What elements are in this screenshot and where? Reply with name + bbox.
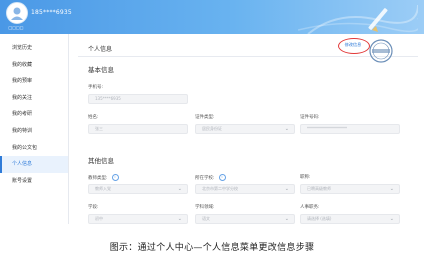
sidebar-item-profile[interactable]: 个人信息 [0,156,68,173]
sidebar-item-account[interactable]: 账号设置 [0,173,68,190]
info-icon[interactable]: i [218,174,226,181]
title-label: 职称: [300,175,311,180]
chevron-down-icon: ⌄ [389,186,394,192]
chevron-down-icon: ⌄ [177,186,182,192]
school-label: 所在学校: i [195,174,226,181]
user-phone: 185****6935 [31,9,72,16]
idnum-label: 证件号码: [300,115,320,120]
stage-label: 学段: [88,205,99,210]
chevron-down-icon: ⌄ [284,216,289,222]
title-select[interactable]: 已聘高级教师 ⌄ [300,184,400,194]
idtype-label: 证件类型: [195,115,215,120]
stage-select[interactable]: 初中 ⌄ [88,214,188,224]
stage-value: 初中 [95,216,103,221]
stamp-icon [369,39,393,63]
user-icon [11,7,23,20]
chevron-down-icon: ⌄ [389,216,394,222]
sidebar-item-exam[interactable]: 我的考研 [0,106,68,123]
sidebar: 浏览历史 我的收藏 我的预审 我的关注 我的考研 我的特训 我的公文包 个人信息… [0,34,69,224]
idtype-value: 居民身份证 [202,126,222,131]
sidebar-item-favorites[interactable]: 我的收藏 [0,57,68,74]
position-label: 人事职务: [300,205,320,210]
teacher-type-value: 教师入党 [95,186,111,191]
position-select[interactable]: 请选择 (选填) ⌄ [300,214,400,224]
chevron-down-icon: ⌄ [284,186,289,192]
title-divider [78,56,418,57]
sidebar-item-follows[interactable]: 我的关注 [0,90,68,107]
subject-value: 语文 [202,216,210,221]
position-value: 请选择 (选填) [307,216,332,221]
pencil-decoration-icon [298,4,418,34]
school-select[interactable]: 北京市第二中学分校 ⌄ [195,184,295,194]
page-title: 个人信息 [88,46,113,53]
school-label-text: 所在学校: [195,176,215,181]
title-value: 已聘高级教师 [307,186,331,191]
main-content: 个人信息 修改信息 基本信息 手机号: 135****6935 姓名: 张三 证… [78,34,418,224]
chevron-down-icon: ⌄ [284,126,289,132]
info-icon[interactable]: i [111,174,119,181]
teacher-type-label: 教师类型: i [88,174,119,181]
sidebar-item-review[interactable]: 我的预审 [0,73,68,90]
teacher-type-label-text: 教师类型: [88,176,108,181]
idnum-field[interactable]: ******************** [300,124,400,134]
avatar-caption: □□□□ [8,25,24,30]
subject-select[interactable]: 语文 ⌄ [195,214,295,224]
top-header: □□□□ 185****6935 [0,0,424,34]
idtype-select[interactable]: 居民身份证 ⌄ [195,124,295,134]
avatar[interactable] [6,2,28,24]
edit-info-button[interactable]: 修改信息 [341,41,365,49]
school-value: 北京市第二中学分校 [202,186,238,191]
phone-field[interactable]: 135****6935 [88,94,188,104]
subject-label: 学科领域: [195,205,215,210]
phone-label: 手机号: [88,85,104,90]
name-label: 姓名: [88,115,99,120]
sidebar-item-history[interactable]: 浏览历史 [0,40,68,57]
figure-caption: 图示：通过个人中心—个人信息菜单更改信息步骤 [109,243,315,253]
teacher-type-select[interactable]: 教师入党 ⌄ [88,184,188,194]
other-info-heading: 其他信息 [88,157,114,165]
sidebar-item-training[interactable]: 我的特训 [0,123,68,140]
chevron-down-icon: ⌄ [177,216,182,222]
basic-info-heading: 基本信息 [88,66,114,74]
name-field[interactable]: 张三 [88,124,188,134]
sidebar-item-briefcase[interactable]: 我的公文包 [0,140,68,157]
